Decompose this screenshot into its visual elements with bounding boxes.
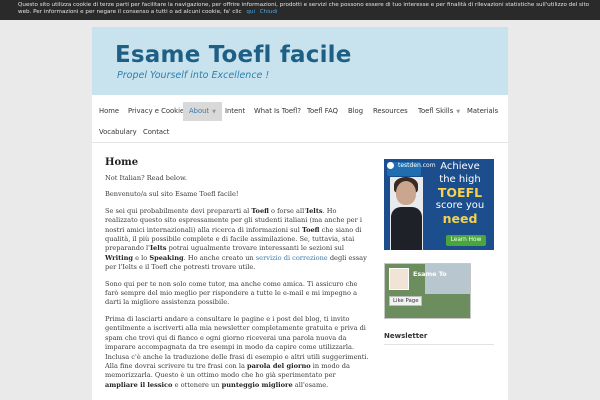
- nav-label: About: [189, 107, 210, 115]
- nav-item-toefl-faq[interactable]: Toefl FAQ: [301, 102, 344, 121]
- intro-line: Not Italian? Read below.: [105, 174, 187, 182]
- ad-headline: Achieve the high TOEFL score you need: [435, 161, 485, 226]
- nav-label: Toefl Skills: [418, 107, 454, 115]
- page-wrapper: Home Privacy e Cookie About ▼ Intent What…: [92, 95, 508, 400]
- nav-label: Toefl FAQ: [307, 107, 338, 115]
- cookie-info-link[interactable]: qui: [246, 9, 255, 15]
- ad-person-face: [396, 181, 416, 205]
- nav-label: Resources: [373, 107, 408, 115]
- facebook-page-widget[interactable]: Esame To Like Page: [384, 263, 471, 319]
- nav-label: Vocabulary: [99, 128, 137, 136]
- page-title: Home: [105, 157, 139, 168]
- main-nav: Home Privacy e Cookie About ▼ Intent What…: [92, 102, 508, 142]
- nav-item-what-is-toefl[interactable]: What Is Toefl?: [248, 102, 307, 121]
- fb-page-name[interactable]: Esame To: [413, 270, 447, 278]
- nav-item-contact[interactable]: Contact: [137, 123, 175, 142]
- paragraph-newsletter: Prima di lasciarti andare a consultare l…: [105, 314, 369, 389]
- testden-ad-banner[interactable]: testden.com Achieve the high TOEFL score…: [384, 159, 494, 250]
- nav-label: Privacy e Cookie: [128, 107, 185, 115]
- nav-label: Home: [99, 107, 120, 115]
- nav-item-intent[interactable]: Intent: [219, 102, 251, 121]
- chevron-down-icon: ▼: [456, 109, 461, 115]
- nav-item-resources[interactable]: Resources: [367, 102, 414, 121]
- nav-item-blog[interactable]: Blog: [342, 102, 369, 121]
- sidebar: testden.com Achieve the high TOEFL score…: [384, 159, 508, 345]
- paragraph-intro: Se sei qui probabilmente devi prepararti…: [105, 206, 367, 272]
- cookie-text: Questo sito utilizza cookie di terze par…: [18, 2, 590, 15]
- nav-item-about[interactable]: About ▼: [183, 102, 222, 121]
- nav-label: What Is Toefl?: [254, 107, 301, 115]
- site-header: Esame Toefl facile Propel Yourself into …: [92, 27, 508, 95]
- nav-item-home[interactable]: Home: [93, 102, 125, 121]
- chevron-down-icon: ▼: [212, 109, 216, 115]
- site-tagline: Propel Yourself into Excellence !: [117, 70, 270, 81]
- fb-like-button[interactable]: Like Page: [389, 296, 422, 306]
- nav-item-vocabulary[interactable]: Vocabulary: [93, 123, 143, 142]
- cookie-banner: Questo sito utilizza cookie di terze par…: [0, 0, 600, 20]
- welcome-line: Benvenuto/a sul sito Esame Toefl facile!: [105, 190, 239, 199]
- nav-divider: [92, 142, 508, 143]
- nav-item-privacy[interactable]: Privacy e Cookie: [122, 102, 190, 121]
- cookie-close-link[interactable]: Chiudi: [260, 9, 278, 15]
- fb-profile-picture: [389, 268, 409, 290]
- nav-label: Materials: [467, 107, 499, 115]
- nav-label: Blog: [348, 107, 364, 115]
- learn-how-button[interactable]: Learn How: [446, 235, 486, 246]
- nav-label: Intent: [225, 107, 246, 115]
- nav-label: Contact: [143, 128, 170, 136]
- site-title[interactable]: Esame Toefl facile: [115, 42, 352, 68]
- testden-logo-icon: [387, 162, 394, 169]
- fb-cover-sky: [425, 264, 470, 294]
- main-content: Home Not Italian? Read below. Benvenuto/…: [105, 157, 370, 397]
- nav-item-materials[interactable]: Materials: [461, 102, 504, 121]
- correction-service-link[interactable]: servizio di correzione: [256, 254, 328, 262]
- nav-item-toefl-skills[interactable]: Toefl Skills ▼: [412, 102, 466, 121]
- ad-person-body: [391, 207, 422, 250]
- newsletter-widget-title: Newsletter: [384, 332, 494, 345]
- paragraph-tutor: Sono qui per te non solo come tutor, ma …: [105, 279, 358, 307]
